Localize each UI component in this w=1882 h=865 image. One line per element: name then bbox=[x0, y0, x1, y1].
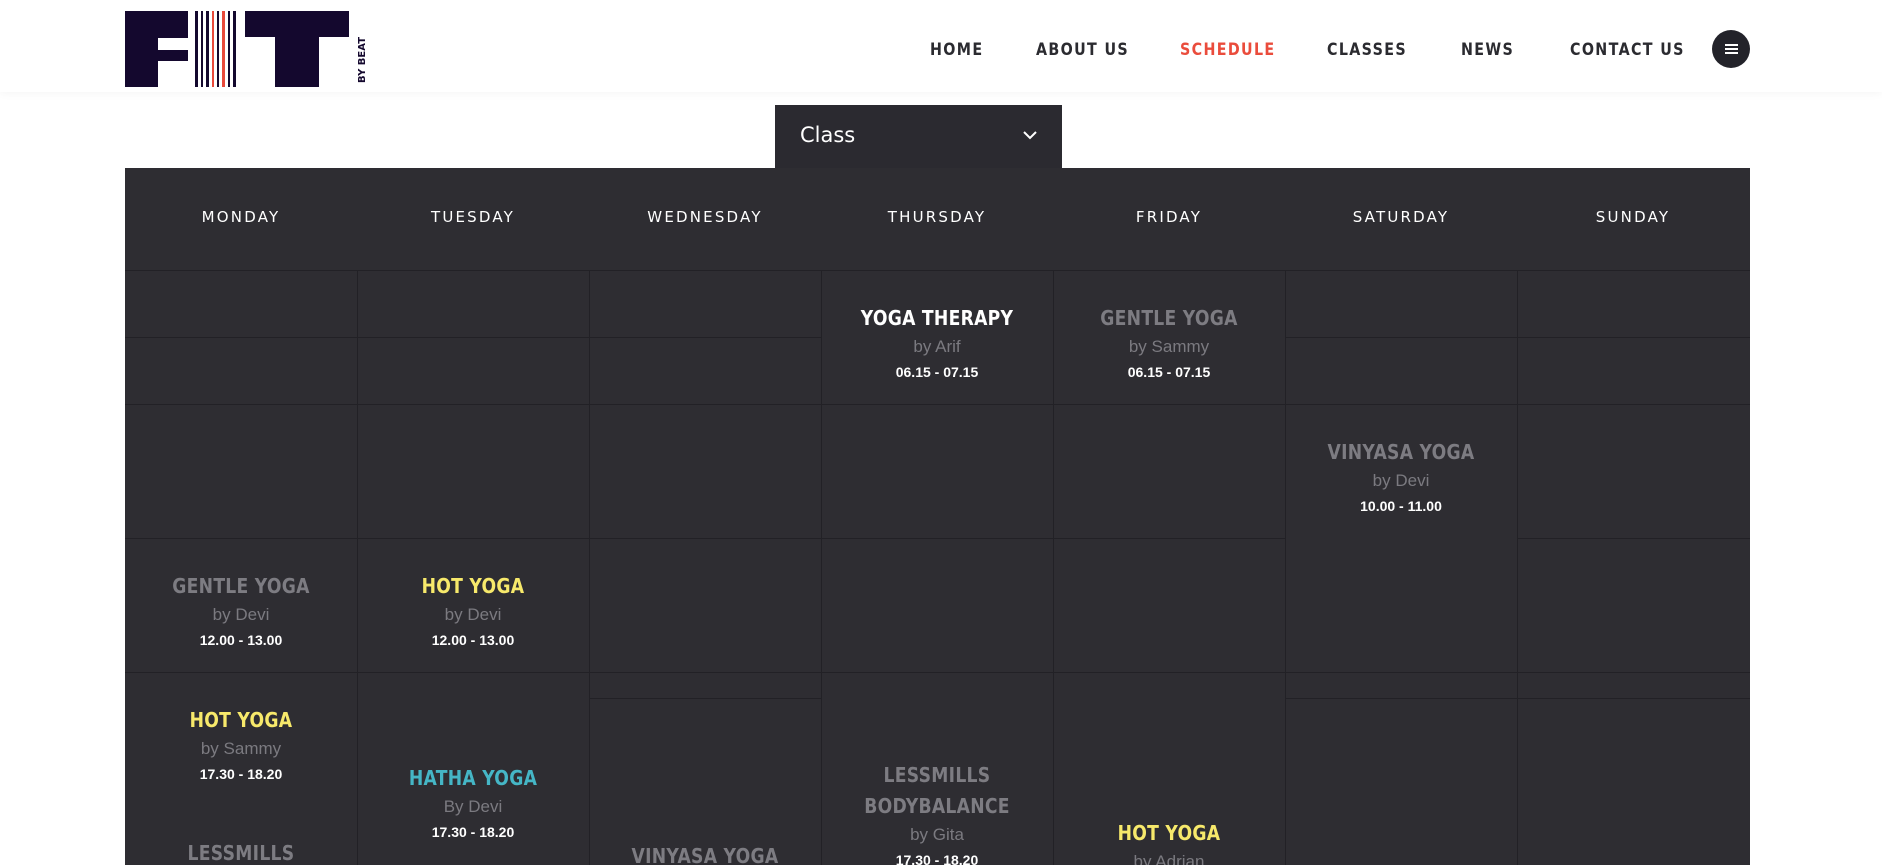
grid-line bbox=[125, 404, 1750, 405]
grid-line bbox=[1517, 270, 1518, 865]
schedule-table: MONDAY TUESDAY WEDNESDAY THURSDAY FRIDAY… bbox=[125, 168, 1750, 865]
event-title: VINYASA YOGA bbox=[631, 844, 779, 865]
event-title: HOT YOGA bbox=[1117, 821, 1221, 845]
event-instructor: by Sammy bbox=[200, 739, 282, 758]
event-time: 17.30 - 18.20 bbox=[199, 766, 283, 782]
event-lessmills-bodybalance-thursday[interactable]: LESSMILLS BODYBALANCE by Gita 17.30 - 18… bbox=[821, 760, 1053, 865]
event-gentle-yoga-friday[interactable]: GENTLE YOGA by Sammy 06.15 - 07.15 bbox=[1053, 303, 1285, 384]
event-time: 12.00 - 13.00 bbox=[199, 632, 283, 648]
nav-home[interactable]: HOME bbox=[930, 40, 983, 60]
event-instructor: by Adrian bbox=[1133, 852, 1205, 865]
nav-schedule[interactable]: SCHEDULE bbox=[1180, 40, 1276, 60]
event-time: 12.00 - 13.00 bbox=[431, 632, 515, 648]
filter-selected-value: Class bbox=[800, 123, 856, 147]
nav-news[interactable]: NEWS bbox=[1461, 40, 1514, 60]
nav-classes[interactable]: CLASSES bbox=[1327, 40, 1407, 60]
event-instructor: by Devi bbox=[1372, 471, 1430, 490]
event-instructor: by Sammy bbox=[1128, 337, 1210, 356]
event-lessmills-monday[interactable]: LESSMILLS bbox=[125, 838, 357, 865]
event-instructor: by Devi bbox=[444, 605, 502, 624]
grid-line bbox=[1285, 270, 1286, 865]
day-saturday: SATURDAY bbox=[1352, 208, 1450, 226]
event-time: 17.30 - 18.20 bbox=[431, 824, 515, 840]
day-sunday: SUNDAY bbox=[1595, 208, 1671, 226]
event-title: VINYASA YOGA bbox=[1327, 440, 1475, 464]
event-title: HOT YOGA bbox=[189, 708, 293, 732]
event-title: YOGA THERAPY bbox=[860, 306, 1014, 330]
event-title-line-2: BODYBALANCE bbox=[864, 794, 1010, 818]
grid-line bbox=[1285, 337, 1750, 338]
event-instructor: by Arif bbox=[913, 337, 961, 356]
day-monday: MONDAY bbox=[201, 208, 281, 226]
day-thursday: THURSDAY bbox=[887, 208, 987, 226]
grid-line bbox=[589, 698, 821, 699]
day-tuesday: TUESDAY bbox=[430, 208, 516, 226]
event-title: LESSMILLS bbox=[187, 841, 295, 865]
event-instructor: by Gita bbox=[910, 825, 964, 844]
grid-line bbox=[1517, 538, 1750, 539]
event-title: HOT YOGA bbox=[421, 574, 525, 598]
day-friday: FRIDAY bbox=[1135, 208, 1203, 226]
event-time: 06.15 - 07.15 bbox=[895, 364, 979, 380]
event-time: 06.15 - 07.15 bbox=[1127, 364, 1211, 380]
chevron-down-icon bbox=[1023, 131, 1037, 140]
grid-line bbox=[125, 270, 1750, 271]
event-yoga-therapy[interactable]: YOGA THERAPY by Arif 06.15 - 07.15 bbox=[821, 303, 1053, 384]
event-title-line-1: LESSMILLS bbox=[883, 763, 991, 787]
event-hot-yoga-friday[interactable]: HOT YOGA by Adrian bbox=[1053, 818, 1285, 865]
nav-contact-us[interactable]: CONTACT US bbox=[1570, 40, 1685, 60]
main-nav: HOME ABOUT US SCHEDULE CLASSES NEWS CONT… bbox=[0, 40, 1882, 64]
grid-line bbox=[589, 270, 590, 865]
menu-button[interactable] bbox=[1712, 30, 1750, 68]
event-gentle-yoga-monday[interactable]: GENTLE YOGA by Devi 12.00 - 13.00 bbox=[125, 571, 357, 652]
event-vinyasa-yoga-wednesday[interactable]: VINYASA YOGA bbox=[589, 841, 821, 865]
event-instructor: By Devi bbox=[443, 797, 503, 816]
event-title: GENTLE YOGA bbox=[172, 574, 310, 598]
grid-line bbox=[1285, 698, 1750, 699]
event-time: 17.30 - 18.20 bbox=[895, 852, 979, 865]
class-filter-select[interactable]: Class bbox=[775, 105, 1062, 169]
grid-line bbox=[125, 337, 821, 338]
event-title: HATHA YOGA bbox=[408, 766, 538, 790]
grid-line bbox=[125, 538, 1285, 539]
nav-about-us[interactable]: ABOUT US bbox=[1036, 40, 1129, 60]
event-hatha-yoga-tuesday[interactable]: HATHA YOGA By Devi 17.30 - 18.20 bbox=[357, 763, 589, 844]
event-vinyasa-yoga-saturday[interactable]: VINYASA YOGA by Devi 10.00 - 11.00 bbox=[1285, 437, 1517, 518]
site-header: BY BEAT HOME ABOUT US SCHEDULE CLASSES N… bbox=[0, 0, 1882, 92]
grid-line bbox=[125, 672, 1750, 673]
event-hot-yoga-monday[interactable]: HOT YOGA by Sammy 17.30 - 18.20 bbox=[125, 705, 357, 786]
event-time: 10.00 - 11.00 bbox=[1360, 498, 1442, 514]
event-title: GENTLE YOGA bbox=[1100, 306, 1238, 330]
hamburger-icon bbox=[1725, 44, 1738, 46]
day-wednesday: WEDNESDAY bbox=[647, 208, 763, 226]
event-hot-yoga-tuesday[interactable]: HOT YOGA by Devi 12.00 - 13.00 bbox=[357, 571, 589, 652]
event-instructor: by Devi bbox=[212, 605, 270, 624]
